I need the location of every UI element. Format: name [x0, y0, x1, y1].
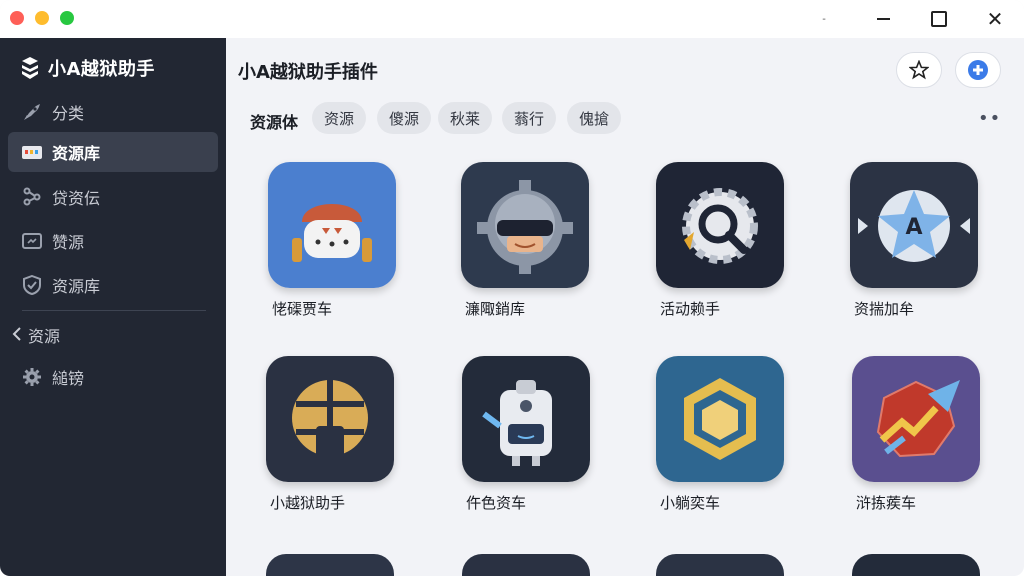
gear-icon [22, 367, 42, 387]
sidebar-item-library[interactable]: 资源库 [8, 132, 218, 172]
app-card-partial[interactable] [266, 554, 394, 576]
sidebar-item-share[interactable]: 贷资伝 [8, 177, 218, 217]
cube-icon [656, 356, 784, 482]
zoom-traffic-light[interactable] [60, 11, 74, 25]
title-bar: - ✕ [0, 0, 1024, 38]
sidebar-item-label: 贷资伝 [52, 189, 101, 208]
app-window: - ✕ 小A越狱助手 分类 资源库 贷资伝 赞源 资源库 资源 縋镑 小A越狱助… [0, 0, 1024, 576]
sidebar-divider [22, 310, 206, 311]
app-label: 小躺奕车 [660, 494, 721, 512]
sidebar-section-resources[interactable]: 资源 [12, 319, 60, 351]
gear-robot-icon [461, 162, 589, 288]
shield-icon [22, 275, 42, 295]
sidebar-item-settings[interactable]: 縋镑 [8, 357, 218, 397]
folder-icon [22, 142, 42, 162]
app-label: 活动赖手 [660, 300, 721, 318]
robot-helmet-icon [268, 162, 396, 288]
filter-chip[interactable]: 资源 [312, 102, 367, 134]
add-button[interactable] [955, 52, 1001, 88]
app-label: 资揣加牟 [854, 300, 915, 318]
brand: 小A越狱助手 [20, 54, 155, 82]
app-card[interactable]: 仵色资车 [446, 356, 606, 536]
star-a-icon: A [850, 162, 978, 288]
section-label: 资源 [28, 327, 61, 346]
shell-icon [266, 356, 394, 482]
minimize-traffic-light[interactable] [35, 11, 49, 25]
sidebar-item-label: 资源库 [52, 144, 101, 163]
app-label: 浒拣蒺车 [856, 494, 917, 512]
robot-box-icon [462, 356, 590, 482]
chart-arrow-icon [852, 356, 980, 482]
minimize-tiny-icon[interactable]: - [811, 6, 837, 32]
app-card[interactable]: 恅磲贾车 [252, 162, 412, 342]
filter-chip[interactable]: 蓊行 [502, 102, 557, 134]
app-card[interactable]: 濂陬銷库 [445, 162, 605, 342]
star-icon [909, 60, 929, 80]
share-icon [22, 187, 42, 207]
filter-chip[interactable]: 秋莱 [438, 102, 493, 134]
sidebar-item-label: 赞源 [52, 233, 85, 252]
sidebar-item-resources[interactable]: 赞源 [8, 221, 218, 261]
main-content: 小A越狱助手插件 资源体 资源 傻源 秋莱 蓊行 傀搶 •• 恅磲贾车 濂陬銷库… [226, 38, 1024, 576]
app-card[interactable]: 浒拣蒺车 [836, 356, 996, 536]
sidebar: 小A越狱助手 分类 资源库 贷资伝 赞源 资源库 资源 縋镑 [0, 38, 226, 576]
minimize-icon[interactable] [870, 6, 896, 32]
sidebar-item-label: 縋镑 [52, 369, 85, 388]
app-card-partial[interactable] [462, 554, 590, 576]
app-card[interactable]: A 资揣加牟 [834, 162, 994, 342]
page-title: 小A越狱助手插件 [238, 62, 378, 83]
app-card[interactable]: 小越狱助手 [250, 356, 410, 536]
app-card[interactable]: 小躺奕车 [640, 356, 800, 536]
favorite-button[interactable] [896, 52, 942, 88]
search-gear-icon [656, 162, 784, 288]
app-label: 仵色资车 [466, 494, 527, 512]
close-traffic-light[interactable] [10, 11, 24, 25]
sidebar-item-category[interactable]: 分类 [8, 92, 218, 132]
logo-icon [22, 57, 38, 79]
filter-label: 资源体 [250, 113, 299, 132]
app-card-partial[interactable] [656, 554, 784, 576]
filter-chip[interactable]: 傀搶 [567, 102, 622, 134]
brand-title: 小A越狱助手 [48, 59, 155, 80]
app-label: 恅磲贾车 [272, 300, 333, 318]
rocket-icon [22, 102, 42, 122]
close-icon[interactable]: ✕ [982, 6, 1008, 32]
sidebar-item-label: 资源库 [52, 277, 101, 296]
sidebar-item-security[interactable]: 资源库 [8, 265, 218, 305]
svg-text:A: A [905, 215, 922, 240]
plus-circle-icon [968, 60, 988, 80]
app-card[interactable]: 活动赖手 [640, 162, 800, 342]
filter-chip[interactable]: 傻源 [377, 102, 432, 134]
app-card-partial[interactable] [852, 554, 980, 576]
app-label: 小越狱助手 [270, 494, 346, 512]
image-icon [22, 231, 42, 251]
more-options-icon[interactable]: •• [978, 108, 1001, 129]
sidebar-item-label: 分类 [52, 104, 85, 123]
app-label: 濂陬銷库 [465, 300, 526, 318]
chevron-left-icon [12, 326, 22, 345]
maximize-icon[interactable] [926, 6, 952, 32]
